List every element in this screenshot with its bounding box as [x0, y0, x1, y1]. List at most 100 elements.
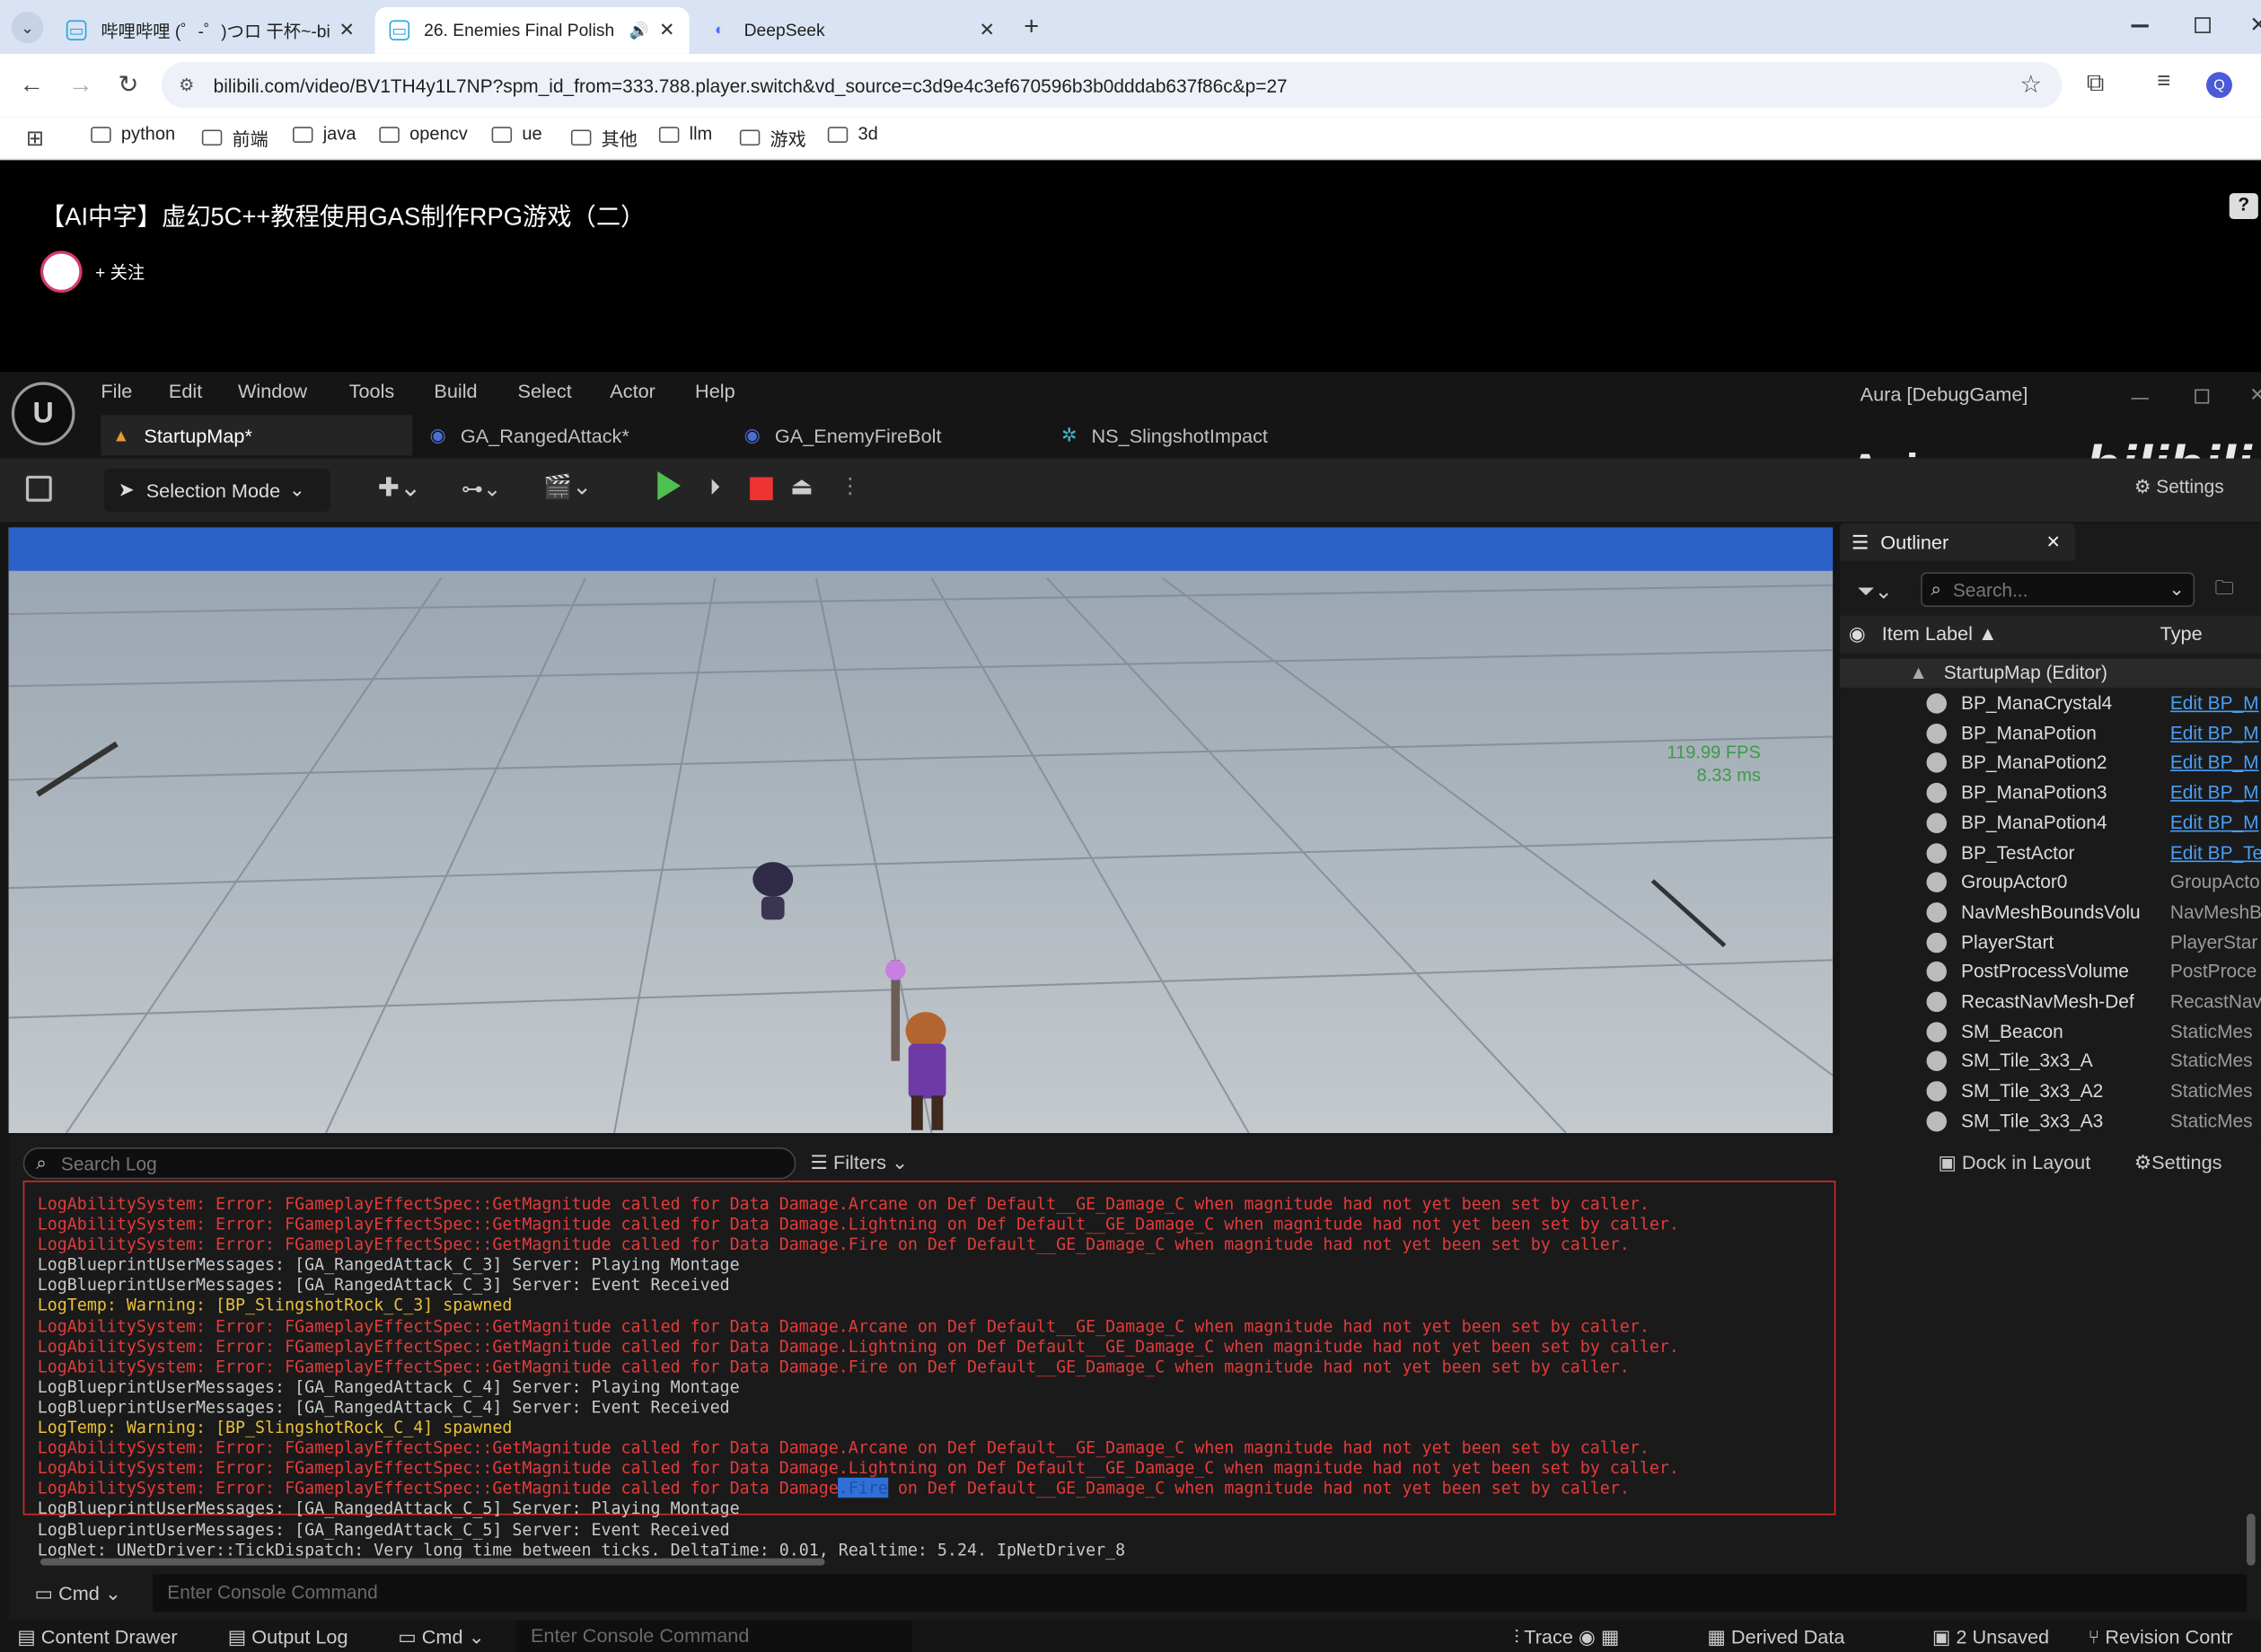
enemy-goblin[interactable] [752, 862, 796, 920]
uploader-avatar[interactable] [40, 250, 83, 293]
outliner-item[interactable]: BP_ManaPotion2 Edit BP_M [1840, 749, 2261, 778]
bookmark-opencv[interactable]: opencv [379, 124, 468, 145]
menu-tools[interactable]: Tools [349, 381, 395, 402]
menu-edit[interactable]: Edit [169, 381, 202, 402]
profile-avatar[interactable]: Q [2206, 72, 2232, 99]
stop-button[interactable] [750, 477, 773, 501]
tab-ga-rangedattack[interactable]: ◉ GA_RangedAttack* [418, 415, 721, 455]
bookmark-3d[interactable]: 3d [827, 124, 878, 145]
outliner-item[interactable]: NavMeshBoundsVolu NavMeshB [1840, 898, 2261, 927]
minimize-icon[interactable] [2131, 24, 2149, 27]
selection-mode-dropdown[interactable]: ➤ Selection Mode ⌄ [103, 468, 330, 512]
close-icon[interactable]: ✕ [339, 19, 356, 42]
site-info-icon[interactable]: ⚙ [179, 75, 194, 94]
bookmark-python[interactable]: python [91, 124, 175, 145]
tab-startupmap[interactable]: ▲ StartupMap* [101, 415, 413, 456]
dock-in-layout-button[interactable]: ▣ Dock in Layout [1938, 1152, 2090, 1175]
log-settings-button[interactable]: ⚙Settings [2134, 1152, 2222, 1175]
tab-search-button[interactable]: ⌄ [11, 11, 44, 44]
browser-tab-deepseek[interactable]: ◐ DeepSeek ✕ [695, 7, 1009, 53]
edit-blueprint-link[interactable]: Edit BP_M [2170, 722, 2261, 743]
bookmark-llm[interactable]: llm [658, 124, 712, 145]
player-character[interactable] [876, 960, 957, 1133]
outliner-item[interactable]: SM_Tile_3x3_A2 StaticMes [1840, 1077, 2261, 1106]
edit-blueprint-link[interactable]: Edit BP_M [2170, 751, 2261, 773]
add-actor-icon[interactable]: ✚⌄ [378, 473, 421, 504]
trace-button[interactable]: ⫶ Trace ◉ ▦ [1514, 1626, 1619, 1649]
menu-window[interactable]: Window [238, 381, 307, 402]
outliner-item[interactable]: SM_Beacon StaticMes [1840, 1017, 2261, 1046]
speaker-icon[interactable]: 🔊 [629, 21, 649, 40]
menu-file[interactable]: File [101, 381, 132, 402]
settings-button[interactable]: ⚙ Settings [2134, 476, 2224, 499]
browser-tab-active[interactable]: ▭ 26. Enemies Final Polish 🔊 ✕ [374, 7, 690, 54]
menu-help[interactable]: Help [695, 381, 735, 402]
media-control-icon[interactable]: ≡ [2157, 69, 2170, 95]
menu-build[interactable]: Build [434, 381, 477, 402]
menu-select[interactable]: Select [518, 381, 572, 402]
level-viewport[interactable]: 119.99 FPS 8.33 ms [8, 527, 1834, 1134]
outliner-tab[interactable]: ☰ Outliner ✕ [1840, 523, 2075, 561]
close-icon[interactable]: ✕ [2046, 532, 2061, 551]
window-close-icon[interactable]: ✕ [2249, 12, 2261, 38]
forward-icon[interactable]: → [66, 71, 95, 100]
back-icon[interactable]: ← [17, 71, 46, 100]
tab-ns-slingshotimpact[interactable]: ✲ NS_SlingshotImpact [1050, 415, 1381, 455]
eject-button[interactable]: ⏏ [790, 473, 814, 502]
reload-icon[interactable]: ↻ [114, 71, 143, 100]
outliner-item[interactable]: BP_ManaPotion Edit BP_M [1840, 719, 2261, 748]
apps-grid-icon[interactable]: ⊞ [26, 126, 44, 151]
menu-actor[interactable]: Actor [610, 381, 655, 402]
address-bar[interactable]: ⚙ bilibili.com/video/BV1TH4y1L7NP?spm_id… [161, 62, 2063, 109]
outliner-root-item[interactable]: ▲ StartupMap (Editor) [1840, 658, 2261, 688]
filters-dropdown[interactable]: ☰ Filters ⌄ [811, 1152, 909, 1175]
outliner-item[interactable]: BP_ManaPotion4 Edit BP_M [1840, 808, 2261, 837]
ue-close-icon[interactable]: ✕ [2249, 383, 2261, 407]
play-button[interactable] [657, 471, 681, 501]
ue-minimize-icon[interactable] [2131, 398, 2149, 400]
bookmark-frontend[interactable]: 前端 [201, 124, 268, 152]
console-command-input[interactable]: Enter Console Command [153, 1574, 2247, 1612]
tab-ga-enemyfirebolt[interactable]: ◉ GA_EnemyFireBolt [733, 415, 1050, 455]
outliner-item[interactable]: BP_ManaPotion3 Edit BP_M [1840, 778, 2261, 807]
bookmark-ue[interactable]: ue [491, 124, 542, 145]
follow-button[interactable]: + 关注 [95, 259, 145, 284]
outliner-item[interactable]: SM_Tile_3x3_A3 StaticMes [1840, 1107, 2261, 1136]
log-search[interactable]: ⌕ Search Log [22, 1147, 796, 1180]
resume-button[interactable]: ⏵ [709, 476, 720, 500]
visibility-eye-icon[interactable]: ◉ [1849, 623, 1866, 646]
outliner-item[interactable]: BP_ManaCrystal4 Edit BP_M [1840, 689, 2261, 717]
content-drawer-button[interactable]: ▤ Content Drawer [17, 1626, 177, 1649]
edit-blueprint-link[interactable]: Edit BP_M [2170, 692, 2261, 714]
help-icon[interactable]: ? [2229, 193, 2258, 220]
edit-blueprint-link[interactable]: Edit BP_Te [2170, 841, 2261, 863]
status-cmd-dropdown[interactable]: ▭ Cmd ⌄ [398, 1626, 485, 1649]
outliner-item[interactable]: BP_TestActor Edit BP_Te [1840, 839, 2261, 867]
close-icon[interactable]: ✕ [980, 19, 996, 42]
save-icon[interactable] [25, 475, 52, 502]
outliner-search[interactable]: ⌕ Search... ⌄ [1921, 572, 2195, 607]
filter-dropdown[interactable]: ⏷⌄ [1857, 578, 1892, 603]
log-vertical-scrollbar[interactable] [2246, 1513, 2256, 1566]
edit-blueprint-link[interactable]: Edit BP_M [2170, 812, 2261, 833]
cinematics-icon[interactable]: 🎬⌄ [543, 473, 592, 502]
edit-blueprint-link[interactable]: Edit BP_M [2170, 781, 2261, 803]
outliner-item[interactable]: PlayerStart PlayerStar [1840, 927, 2261, 956]
bookmark-star-icon[interactable]: ☆ [2019, 71, 2041, 100]
cmd-dropdown[interactable]: ▭ Cmd ⌄ [35, 1583, 122, 1606]
item-label-column[interactable]: Item Label ▲ [1882, 623, 1998, 645]
blueprint-menu-icon[interactable]: ⊶⌄ [462, 476, 501, 501]
output-log-button[interactable]: ▤ Output Log [228, 1626, 348, 1649]
ue-maximize-icon[interactable] [2195, 389, 2210, 404]
bookmark-java[interactable]: java [292, 124, 356, 145]
unsaved-button[interactable]: ▣ 2 Unsaved [1932, 1626, 2049, 1649]
new-tab-button[interactable]: + [1024, 12, 1039, 42]
browser-tab-bilibili[interactable]: ▭ 哔哩哔哩 (゜-゜)つロ 干杯~-bi ✕ [52, 7, 369, 53]
bookmark-other[interactable]: 其他 [570, 124, 638, 152]
outliner-item[interactable]: GroupActor0 GroupActo [1840, 868, 2261, 897]
outliner-item[interactable]: RecastNavMesh-Def RecastNav [1840, 988, 2261, 1016]
outliner-item[interactable]: PostProcessVolume PostProce [1840, 958, 2261, 987]
maximize-icon[interactable] [2195, 17, 2211, 33]
add-folder-icon[interactable]: 🗀 [2215, 576, 2234, 607]
more-options-icon[interactable]: ⋮ [840, 473, 861, 498]
